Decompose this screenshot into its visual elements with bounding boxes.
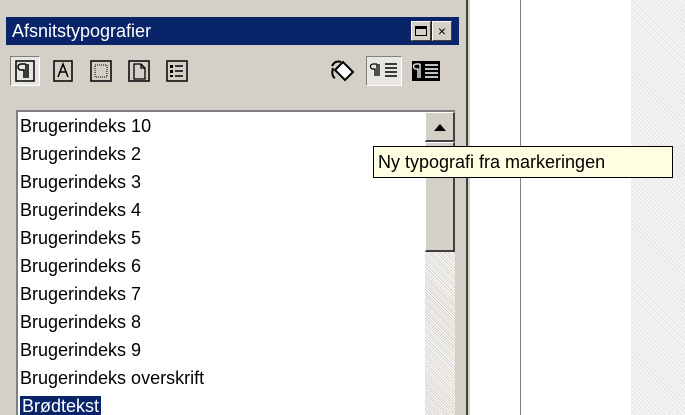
styles-list: Brugerindeks 10 Brugerindeks 2 Brugerind…: [18, 112, 418, 415]
pilcrow-icon: [15, 60, 35, 82]
document-background-hatch: [631, 0, 685, 415]
page-icon: [128, 60, 150, 82]
new-style-icon: [369, 63, 397, 77]
document-margin: [521, 0, 631, 415]
stylist-panel: Afsnitstypografier × Brugerindeks 10 Bru…: [0, 0, 468, 415]
tooltip-text: Ny typografi fra markeringen: [378, 152, 606, 172]
list-styles-button[interactable]: [162, 56, 192, 86]
minimize-icon: [415, 26, 427, 36]
list-item[interactable]: Brugerindeks 7: [18, 280, 418, 308]
stylist-titlebar[interactable]: Afsnitstypografier ×: [6, 17, 459, 45]
update-style-button[interactable]: [408, 56, 444, 86]
list-item[interactable]: Brugerindeks 6: [18, 252, 418, 280]
list-item[interactable]: Brugerindeks 2: [18, 140, 418, 168]
letter-a-icon: [53, 60, 73, 82]
list-item[interactable]: Brugerindeks 3: [18, 168, 418, 196]
stylist-toolbar: [10, 52, 460, 92]
stylist-title: Afsnitstypografier: [12, 20, 152, 41]
list-item[interactable]: Brugerindeks 8: [18, 308, 418, 336]
scroll-up-button[interactable]: [425, 112, 455, 142]
page-styles-button[interactable]: [124, 56, 154, 86]
list-item[interactable]: Brugerindeks overskrift: [18, 364, 418, 392]
new-style-from-selection-button[interactable]: [366, 56, 402, 86]
document-page: [470, 0, 520, 415]
tooltip: Ny typografi fra markeringen: [373, 146, 673, 178]
close-button[interactable]: ×: [432, 21, 452, 41]
list-item[interactable]: Brugerindeks 10: [18, 112, 418, 140]
list-icon: [166, 60, 188, 82]
fill-format-mode-button[interactable]: [327, 56, 361, 86]
update-style-icon: [412, 61, 440, 81]
list-item[interactable]: Brugerindeks 5: [18, 224, 418, 252]
close-icon: ×: [437, 23, 447, 39]
list-item-selected[interactable]: Brødtekst: [18, 392, 418, 415]
paragraph-styles-button[interactable]: [10, 56, 40, 86]
arrow-up-icon: [433, 123, 446, 131]
list-item[interactable]: Brugerindeks 9: [18, 336, 418, 364]
list-item[interactable]: Brugerindeks 4: [18, 196, 418, 224]
character-styles-button[interactable]: [48, 56, 78, 86]
minimize-button[interactable]: [411, 21, 431, 41]
paint-bucket-icon: [331, 60, 355, 82]
frame-styles-button[interactable]: [86, 56, 116, 86]
frame-icon: [90, 60, 112, 82]
